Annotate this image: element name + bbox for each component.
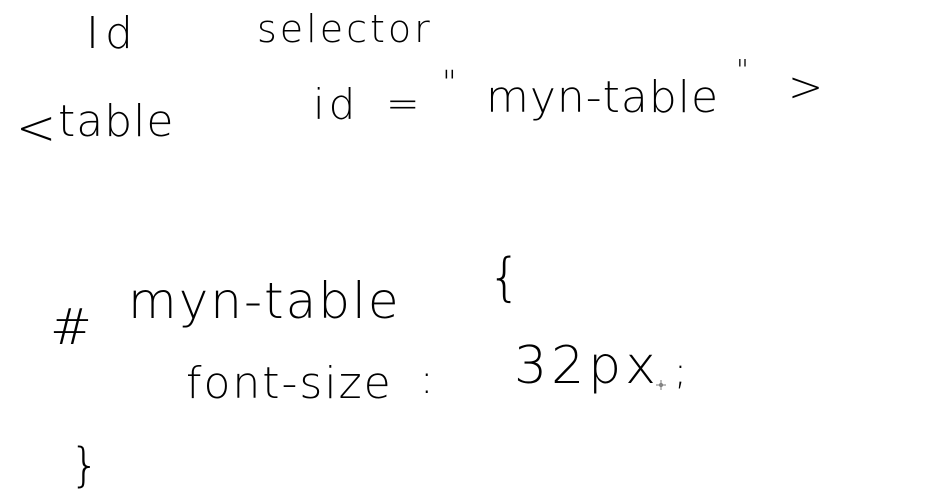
handwriting-canvas[interactable]: Id selector < table id = " myn-table " >… xyxy=(0,0,928,496)
html-close-bracket: > xyxy=(788,62,826,111)
css-property: font-size xyxy=(186,358,393,409)
html-quote-open: " xyxy=(442,63,459,101)
heading-selector: selector xyxy=(257,7,433,51)
html-equals-sign: = xyxy=(386,81,422,127)
css-open-brace: { xyxy=(488,248,524,308)
html-attribute-name: id xyxy=(313,80,360,129)
html-tag-name: table xyxy=(58,96,175,147)
css-selector-name: myn-table xyxy=(128,272,401,330)
html-attribute-value: myn-table xyxy=(486,72,720,123)
css-hash: # xyxy=(50,298,94,356)
css-close-brace: } xyxy=(70,438,102,492)
css-semicolon: ; xyxy=(674,349,689,393)
html-open-bracket: < xyxy=(16,100,59,156)
css-value: 32px xyxy=(514,336,660,396)
css-colon: : xyxy=(420,357,436,403)
heading-id: Id xyxy=(86,8,139,59)
crosshair-cursor-icon xyxy=(656,380,666,390)
html-quote-close: " xyxy=(736,53,751,86)
